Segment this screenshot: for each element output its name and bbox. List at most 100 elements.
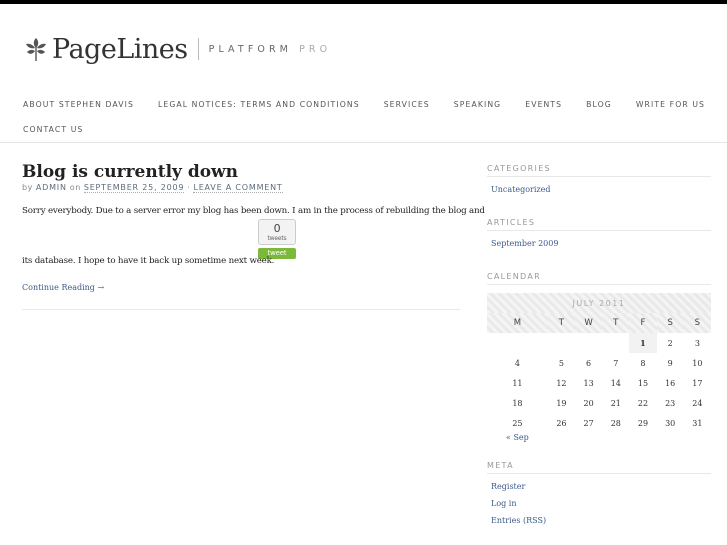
nav-item-contact[interactable]: CONTACT US [23,125,83,134]
dow-tue: T [547,313,575,333]
calendar-day: 23 [665,398,676,408]
category-uncategorized-link[interactable]: Uncategorized [487,185,711,194]
nav-item-about[interactable]: ABOUT STEPHEN DAVIS [23,100,134,109]
leave-comment-link[interactable]: LEAVE A COMMENT [193,183,283,193]
calendar-day: 26 [556,418,567,428]
calendar-week-row: 25 26 27 28 29 30 31 [487,413,711,433]
post-date-link[interactable]: SEPTEMBER 25, 2009 [83,183,185,193]
leaf-logo-icon [26,38,46,61]
calendar-day: 24 [692,398,703,408]
calendar-day: 6 [586,358,592,368]
post-byline: by ADMIN on SEPTEMBER 25, 2009 · LEAVE A… [22,183,462,193]
calendar-day: 19 [556,398,567,408]
site-logo[interactable]: PageLines PLATFORM PRO [24,32,331,66]
categories-widget: CATEGORIES Uncategorized [487,164,711,194]
calendar-body: 1 2 3 4 5 6 7 8 9 10 11 12 13 14 15 16 17 18 19 20 21 22 23 24 2… [487,333,711,433]
dow-mon: M [487,313,548,333]
dow-sat: S [656,313,684,333]
brand-name: PageLines [52,33,188,65]
calendar-day: 9 [667,358,673,368]
nav-divider [0,142,727,143]
calendar-day: 31 [692,418,703,428]
calendar-nav-row: « Sep [487,433,711,453]
calendar-day-empty [575,333,602,353]
calendar-day: 15 [637,378,649,388]
calendar-widget: CALENDAR JULY 2011 M T W T F S S 1234567… [487,272,711,453]
author-link[interactable]: ADMIN [36,183,67,192]
register-link[interactable]: Register [487,482,711,491]
post-divider [22,309,460,310]
calendar-month: JULY 2011 [487,293,711,313]
calendar-day: 12 [556,378,567,388]
calendar-day: 29 [637,418,649,428]
calendar-day: 7 [613,358,619,368]
dow-fri: F [629,313,657,333]
calendar-week-row: 4 5 6 7 8 9 10 [487,353,711,373]
calendar-day: 28 [610,418,621,428]
calendar-day-empty [548,333,575,353]
calendar-day: 14 [610,378,621,388]
calendar-day-empty [487,333,548,353]
meta-heading: META [487,461,711,474]
tweet-counter: 0 tweets [258,219,296,245]
entries-rss-link[interactable]: Entries (RSS) [487,516,711,525]
byline-on: on [69,183,81,192]
nav-item-write[interactable]: WRITE FOR US [636,100,705,109]
login-link[interactable]: Log in [487,499,711,508]
articles-heading: ARTICLES [487,218,711,231]
nav-item-speaking[interactable]: SPEAKING [454,100,501,109]
calendar-day: 3 [694,338,700,348]
calendar-day: 5 [558,358,564,368]
nav-item-blog[interactable]: BLOG [586,100,612,109]
calendar-day: 4 [514,358,520,368]
calendar-day: 1 [629,333,657,353]
categories-heading: CATEGORIES [487,164,711,177]
nav-item-events[interactable]: EVENTS [525,100,562,109]
calendar-day: 11 [512,378,523,388]
nav-item-services[interactable]: SERVICES [384,100,430,109]
articles-widget: ARTICLES September 2009 [487,218,711,248]
post-body: Sorry everybody. Due to a server error m… [22,206,485,266]
calendar-day: 25 [512,418,523,428]
calendar-table: JULY 2011 M T W T F S S 1 2 3 4 5 6 7 8 9 10 11 12 1… [487,293,711,453]
calendar-day: 10 [692,358,703,368]
tweetmeme-widget: 0 tweets tweet [258,219,296,259]
calendar-next-empty [548,433,657,453]
calendar-day: 20 [583,398,594,408]
calendar-week-row: 11 12 13 14 15 16 17 [487,373,711,393]
brand-pro: PRO [299,43,332,55]
tweet-count-label: tweets [267,235,287,242]
calendar-week-row: 12 3 [487,333,711,353]
post-body-line-1: Sorry everybody. Due to a server error m… [22,206,485,216]
post-title[interactable]: Blog is currently down [22,160,462,184]
calendar-day: 13 [583,378,594,388]
brand-tagline: PLATFORM PRO [209,44,332,55]
calendar-day-empty [602,333,629,353]
calendar-day: 18 [512,398,523,408]
calendar-prev-link[interactable]: « Sep [487,433,548,453]
calendar-day: 16 [665,378,676,388]
nav-item-legal[interactable]: LEGAL NOTICES: TERMS AND CONDITIONS [158,100,360,109]
nav-row-1: ABOUT STEPHEN DAVIS LEGAL NOTICES: TERMS… [23,97,713,112]
calendar-dow-row: M T W T F S S [487,313,711,333]
calendar-heading: CALENDAR [487,272,711,285]
sidebar: CATEGORIES Uncategorized ARTICLES Septem… [487,164,711,525]
calendar-day: 30 [665,418,676,428]
calendar-day: 8 [640,358,646,368]
calendar-day: 27 [583,418,594,428]
continue-reading-link[interactable]: Continue Reading → [22,283,104,292]
archive-september-2009-link[interactable]: September 2009 [487,239,711,248]
calendar-day: 2 [667,338,673,348]
dow-sun: S [683,313,711,333]
dow-thu: T [602,313,630,333]
brand-platform: PLATFORM [208,43,292,55]
calendar-day: 22 [637,398,649,408]
nav-row-2: CONTACT US [23,122,713,137]
tweet-count: 0 [273,222,281,235]
byline-separator: · [187,183,191,192]
meta-widget: META Register Log in Entries (RSS) [487,461,711,525]
calendar-day: 17 [692,378,703,388]
blog-post: Blog is currently down by ADMIN on SEPTE… [22,160,485,292]
logo-divider [197,38,199,60]
calendar-day: 21 [610,398,621,408]
